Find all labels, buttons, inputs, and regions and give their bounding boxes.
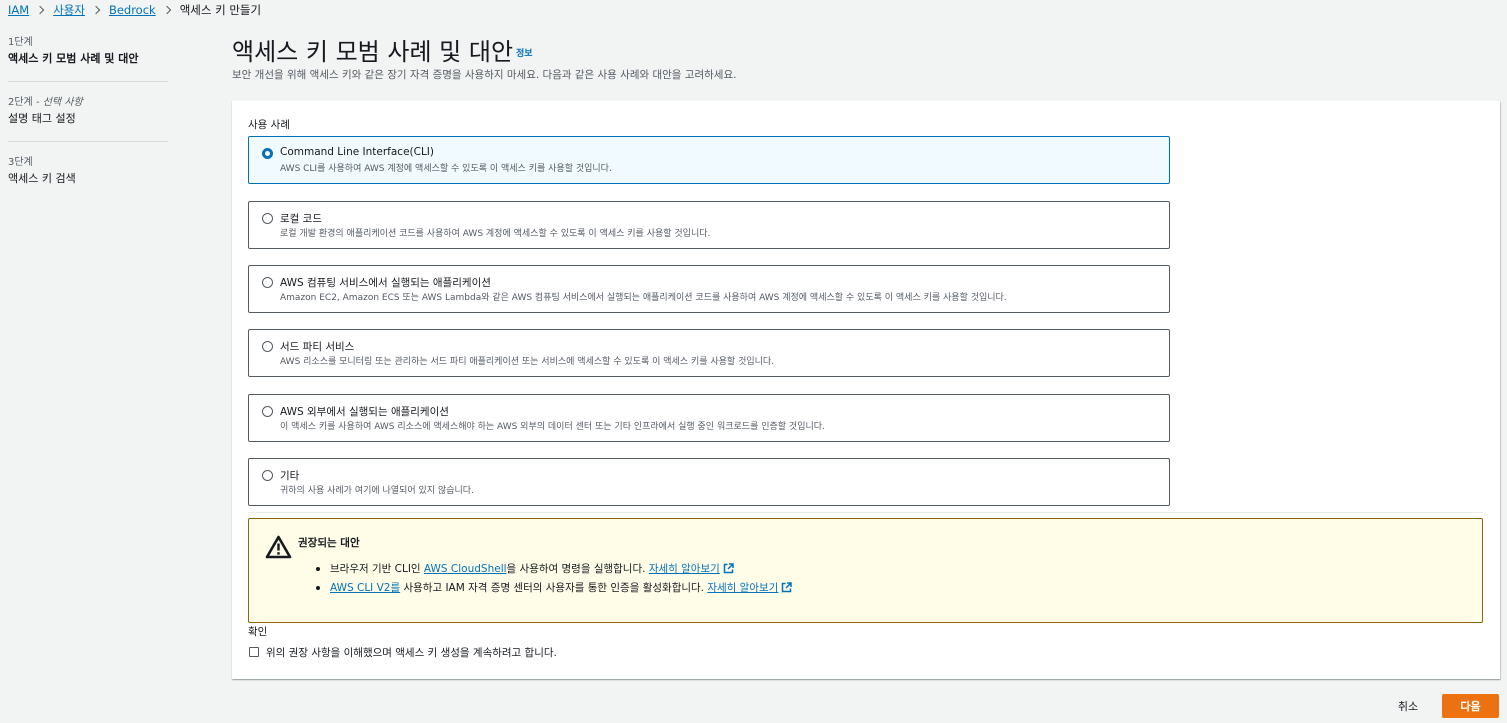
radio-button[interactable] [262, 277, 273, 288]
radio-button-checked[interactable] [262, 148, 273, 159]
use-case-option-other[interactable]: 기타 귀하의 사용 사례가 여기에 나열되어 있지 않습니다. [248, 458, 1170, 506]
step-2-label: 2단계 - 선택 사항 [8, 93, 83, 108]
breadcrumb-current: 액세스 키 만들기 [179, 3, 262, 17]
learn-more-link[interactable]: 자세히 알아보기 [649, 563, 720, 575]
step-divider [8, 81, 168, 82]
chevron-right-icon [35, 5, 45, 15]
warning-icon [265, 535, 292, 559]
cancel-button[interactable]: 취소 [1386, 695, 1430, 717]
next-button[interactable]: 다음 [1442, 694, 1499, 718]
alert-list: 브라우저 기반 CLI인 AWS CloudShell을 사용하여 명령을 실행… [313, 561, 793, 599]
confirm-label: 확인 [248, 626, 268, 638]
breadcrumb: IAM 사용자 Bedrock 액세스 키 만들기 [8, 0, 261, 20]
chevron-right-icon [162, 5, 171, 15]
option-title: 로컬 코드 [280, 213, 322, 225]
info-link[interactable]: 정보 [516, 46, 533, 59]
external-link-icon[interactable] [781, 582, 793, 593]
radio-button[interactable] [262, 341, 273, 352]
use-case-option-cli[interactable]: Command Line Interface(CLI) AWS CLI를 사용하… [248, 136, 1170, 184]
option-description: 귀하의 사용 사례가 여기에 나열되어 있지 않습니다. [280, 486, 474, 496]
recommended-alternatives-alert: 권장되는 대안 브라우저 기반 CLI인 AWS CloudShell을 사용하… [248, 518, 1483, 623]
option-description: 이 액세스 키를 사용하여 AWS 리소스에 액세스해야 하는 AWS 외부의 … [280, 422, 825, 432]
option-description: Amazon EC2, Amazon ECS 또는 AWS Lambda와 같은… [280, 293, 1007, 303]
breadcrumb-users[interactable]: 사용자 [53, 2, 85, 18]
radio-button[interactable] [262, 470, 273, 481]
use-case-label: 사용 사례 [248, 119, 290, 131]
option-description: AWS CLI를 사용하여 AWS 계정에 액세스할 수 있도록 이 액세스 키… [280, 164, 612, 174]
page-title: 액세스 키 모범 사례 및 대안 [232, 38, 514, 66]
step-3-title[interactable]: 액세스 키 검색 [8, 170, 76, 186]
step-divider [8, 141, 168, 142]
confirm-text[interactable]: 위의 권장 사항을 이해했으며 액세스 키 생성을 계속하려고 합니다. [266, 645, 557, 660]
use-case-option-local-code[interactable]: 로컬 코드 로컬 개발 환경의 애플리케이션 코드를 사용하여 AWS 계정에 … [248, 201, 1170, 249]
use-case-option-aws-compute[interactable]: AWS 컴퓨팅 서비스에서 실행되는 애플리케이션 Amazon EC2, Am… [248, 265, 1170, 313]
aws-cli-v2-link[interactable]: AWS CLI V2를 [330, 582, 400, 594]
option-title: AWS 외부에서 실행되는 애플리케이션 [280, 406, 449, 418]
step-2-title[interactable]: 설명 태그 설정 [8, 110, 76, 126]
alert-text: 을 사용하여 명령을 실행합니다. [506, 563, 649, 575]
alert-text: 브라우저 기반 CLI인 [330, 563, 424, 575]
divider [248, 512, 1483, 513]
option-title: AWS 컴퓨팅 서비스에서 실행되는 애플리케이션 [280, 277, 491, 289]
step-2-optional: 선택 사항 [42, 97, 83, 108]
list-item: AWS CLI V2를 사용하고 IAM 자격 증명 센터의 사용자를 통한 인… [313, 580, 793, 599]
breadcrumb-bedrock[interactable]: Bedrock [109, 3, 156, 17]
learn-more-link[interactable]: 자세히 알아보기 [707, 582, 778, 594]
page-description: 보안 개선을 위해 액세스 키와 같은 장기 자격 증명을 사용하지 마세요. … [232, 69, 737, 81]
step-1-title: 액세스 키 모범 사례 및 대안 [8, 52, 139, 65]
breadcrumb-iam[interactable]: IAM [8, 3, 29, 17]
option-title: Command Line Interface(CLI) [280, 146, 435, 158]
option-description: 로컬 개발 환경의 애플리케이션 코드를 사용하여 AWS 계정에 액세스할 수… [280, 229, 711, 239]
radio-button[interactable] [262, 406, 273, 417]
use-case-option-third-party[interactable]: 서드 파티 서비스 AWS 리소스를 모니터링 또는 관리하는 서드 파티 애플… [248, 329, 1170, 377]
step-1-label: 1단계 [8, 37, 33, 48]
option-title: 기타 [280, 470, 300, 482]
alert-title: 권장되는 대안 [298, 537, 360, 549]
cloudshell-link[interactable]: AWS CloudShell [424, 563, 507, 575]
option-description: AWS 리소스를 모니터링 또는 관리하는 서드 파티 애플리케이션 또는 서비… [280, 357, 775, 367]
step-2-label-text: 2단계 - [8, 97, 43, 108]
option-title: 서드 파티 서비스 [280, 341, 355, 353]
use-case-option-outside-aws[interactable]: AWS 외부에서 실행되는 애플리케이션 이 액세스 키를 사용하여 AWS 리… [248, 394, 1170, 442]
radio-button[interactable] [262, 213, 273, 224]
confirm-checkbox[interactable] [249, 647, 259, 657]
alert-text: 사용하고 IAM 자격 증명 센터의 사용자를 통한 인증을 활성화합니다. [400, 582, 708, 594]
list-item: 브라우저 기반 CLI인 AWS CloudShell을 사용하여 명령을 실행… [313, 561, 792, 580]
step-3-label: 3단계 [8, 157, 33, 168]
external-link-icon[interactable] [723, 563, 734, 574]
chevron-right-icon [91, 5, 101, 15]
